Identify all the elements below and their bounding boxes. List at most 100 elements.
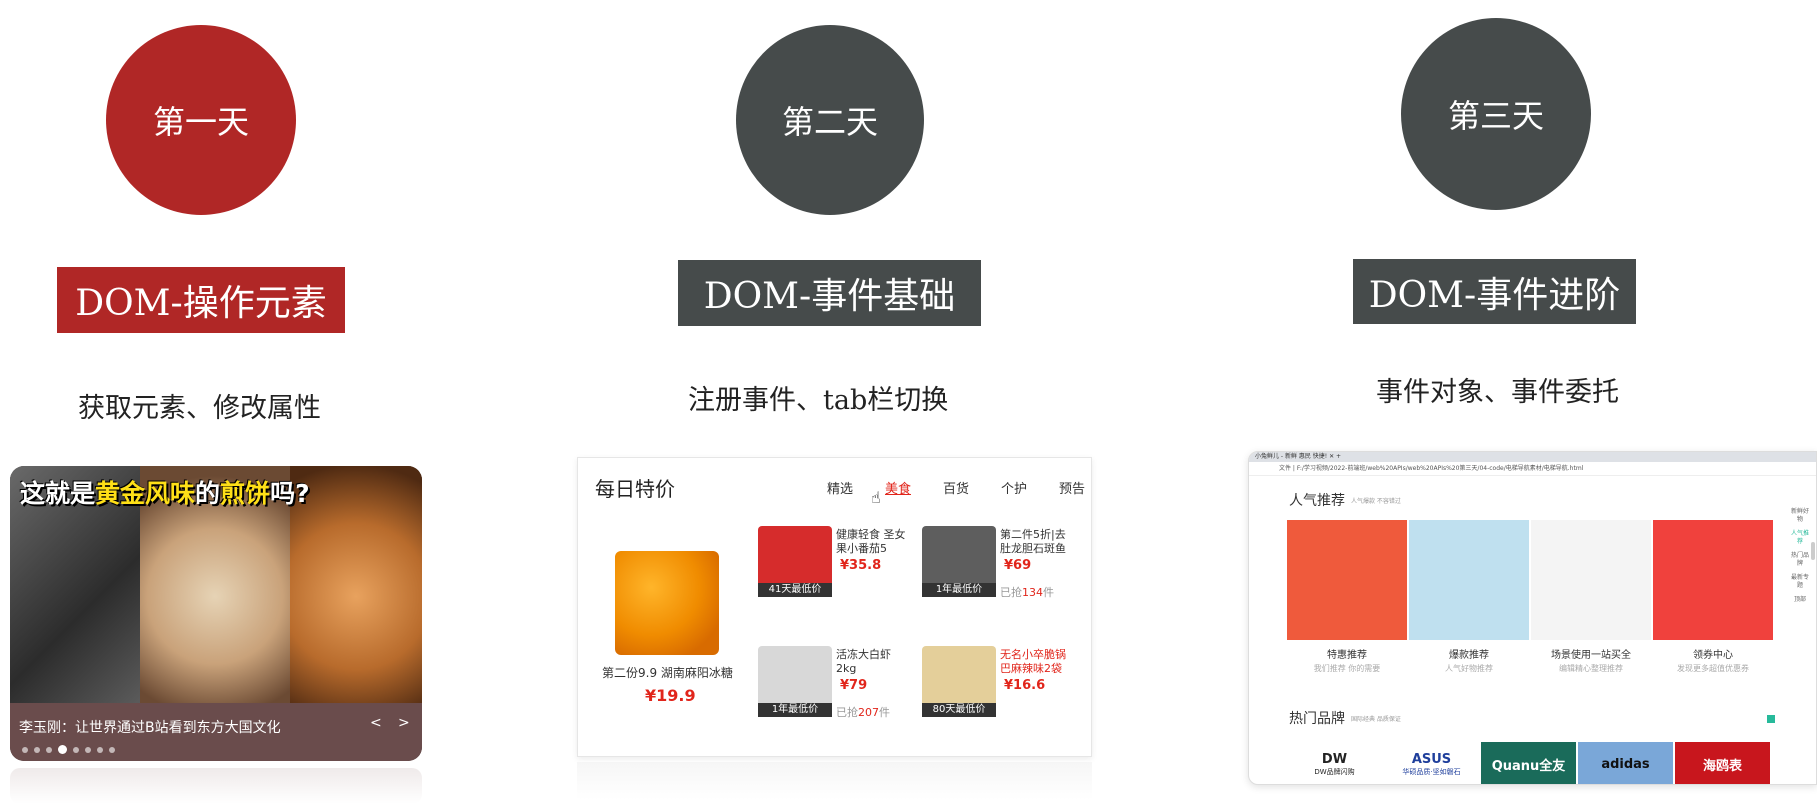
browser-tab-title: 小兔鲜儿 - 新鲜 惠民 快捷! [1255,453,1328,460]
elevator-nav-item[interactable]: 顶部 [1789,596,1811,604]
brand-nav-icon[interactable] [1767,715,1775,723]
brands-section-title: 热门品牌 [1289,711,1345,727]
brand-name: ASUS [1411,751,1452,767]
deal-item-image[interactable] [758,646,832,710]
slide: 第一天 第二天 第三天 DOM-操作元素 DOM-事件基础 DOM-事件进阶 获… [0,0,1817,804]
deals-tab[interactable]: 个护 [985,478,1043,497]
deal-item-image[interactable] [922,646,996,710]
topic-desc-day-three: 事件对象、事件委托 [1376,377,1619,408]
brands-section-subtitle: 国际经典 品质保证 [1351,716,1401,723]
brand-tile[interactable]: adidas [1578,742,1673,784]
carousel-card: 这就是黄金风味的煎饼吗? 李玉刚：让世界通过B站看到东方大国文化 < > [10,466,422,761]
carousel-dot[interactable] [34,746,40,753]
brand-name: 海鸥表 [1702,758,1742,774]
popular-tile-label[interactable]: 爆款推荐 [1409,646,1529,661]
carousel-dots [22,745,115,754]
carousel-dot[interactable] [46,746,52,753]
deal-item[interactable]: 1年最低价 活冻大白虾2kg ¥79 已抢207件 [758,646,918,736]
popular-tile-desc: 编辑精心整理推荐 [1559,664,1623,673]
elevator-nav-item[interactable]: 新鲜好物 [1789,508,1811,524]
scrollbar[interactable] [1811,542,1815,560]
popular-tile-image[interactable] [1287,520,1407,640]
browser-tab[interactable]: 小兔鲜儿 - 新鲜 惠民 快捷! ✕ + [1249,452,1816,462]
daily-deals-card: 每日特价 精选 美食 百货 个护 预告 ☝ 第二份9.9 湖南麻阳冰糖 ¥19.9 41… [577,457,1092,757]
feature-product-image[interactable] [615,551,719,655]
brand-name: adidas [1601,756,1650,772]
deal-item[interactable]: 80天最低价 无名小卒脆锅巴麻辣味2袋 ¥16.6 [922,646,1082,736]
deals-tab[interactable]: 预告 [1043,478,1101,497]
deals-tab[interactable]: 精选 [811,478,869,497]
day-two-label: 第二天 [781,103,878,141]
popular-tile-label[interactable]: 特惠推荐 [1287,646,1407,661]
deal-item-price: ¥35.8 [840,558,882,573]
brand-tile[interactable]: DW DW品牌闪购 [1287,742,1382,784]
deal-item-badge: 1年最低价 [922,583,996,597]
deal-item-price: ¥79 [840,678,868,693]
carousel-dot[interactable] [109,746,115,753]
elevator-nav-item[interactable]: 人气推荐 [1789,530,1811,546]
topic-desc-day-two: 注册事件、tab栏切换 [688,385,949,416]
popular-section-title: 人气推荐 [1289,493,1345,509]
carousel-dot[interactable] [22,746,28,753]
popular-tile-image[interactable] [1531,520,1651,640]
hand-cursor-icon: ☝ [871,488,881,507]
deal-item-badge: 80天最低价 [922,703,996,717]
elevator-nav-item[interactable]: 热门品牌 [1789,552,1811,568]
deal-item-name[interactable]: 无名小卒脆锅巴麻辣味2袋 [1000,648,1070,676]
popular-tile-label[interactable]: 领券中心 [1653,646,1773,661]
deal-item[interactable]: 41天最低价 健康轻食 圣女果小番茄5 ¥35.8 [758,526,918,616]
deals-tabs: 精选 美食 百货 个护 预告 [811,478,1101,497]
carousel-dot[interactable] [58,745,67,754]
deal-item[interactable]: 1年最低价 第二件5折|去肚龙胆石斑鱼 ¥69 已抢134件 [922,526,1082,616]
deals-title: 每日特价 [595,477,675,501]
browser-screenshot: 小兔鲜儿 - 新鲜 惠民 快捷! ✕ + 文件 | F:/学习视频/2022-前… [1248,451,1817,785]
carousel-dot[interactable] [85,746,91,753]
brand-name: Quanu全友 [1491,758,1566,774]
topic-banner-day-two: DOM-事件基础 [678,260,981,326]
deals-reflection [577,762,1092,800]
carousel-caption-bar: 李玉刚：让世界通过B站看到东方大国文化 < > [10,703,422,761]
deal-item-sold: 已抢207件 [836,706,890,719]
popular-tile-desc: 发现更多超值优惠券 [1677,664,1749,673]
popular-tile-label[interactable]: 场景使用一站买全 [1531,646,1651,661]
popular-tile-image[interactable] [1409,520,1529,640]
popular-tile-desc: 人气好物推荐 [1445,664,1493,673]
brand-tile[interactable]: ASUS 华硕品质·坚如磐石 [1384,742,1479,784]
deal-item-name[interactable]: 活冻大白虾2kg [836,648,906,676]
topic-desc-day-one: 获取元素、修改属性 [78,393,321,424]
day-three-label: 第三天 [1447,97,1544,135]
topic-text: DOM-操作元素 [75,283,327,324]
topic-banner-day-one: DOM-操作元素 [57,267,345,333]
carousel-headline: 这就是黄金风味的煎饼吗? [20,479,310,508]
deal-item-name[interactable]: 第二件5折|去肚龙胆石斑鱼 [1000,528,1070,556]
brand-tile[interactable]: Quanu全友 [1481,742,1576,784]
carousel-caption[interactable]: 李玉刚：让世界通过B站看到东方大国文化 [19,717,281,737]
deals-tab[interactable]: 百货 [927,478,985,497]
day-two-circle: 第二天 [736,25,924,215]
elevator-nav-item[interactable]: 最新专题 [1789,574,1811,590]
day-three-circle: 第三天 [1401,18,1591,210]
deal-item-price: ¥69 [1004,558,1032,573]
feature-product-name[interactable]: 第二份9.9 湖南麻阳冰糖 [602,664,733,681]
carousel-next-button[interactable]: > [398,715,410,731]
carousel-dot[interactable] [97,746,103,753]
feature-product-price: ¥19.9 [645,686,696,705]
deal-item-image[interactable] [922,526,996,590]
brand-subtitle: DW品牌闪购 [1314,767,1355,776]
deal-item-price: ¥16.6 [1004,678,1046,693]
browser-address-bar[interactable]: 文件 | F:/学习视频/2022-前端班/web%20APIs/web%20A… [1249,462,1816,476]
deal-item-sold: 已抢134件 [1000,586,1054,599]
brand-subtitle: 华硕品质·坚如磐石 [1402,767,1461,776]
deal-item-name[interactable]: 健康轻食 圣女果小番茄5 [836,528,906,556]
brand-tile[interactable]: 海鸥表 [1675,742,1770,784]
deal-item-image[interactable] [758,526,832,590]
day-one-circle: 第一天 [106,25,296,215]
popular-tile-image[interactable] [1653,520,1773,640]
deal-item-badge: 41天最低价 [758,583,832,597]
carousel-prev-button[interactable]: < [370,715,382,731]
topic-text: DOM-事件进阶 [1368,274,1621,316]
browser-url: 文件 | F:/学习视频/2022-前端班/web%20APIs/web%20A… [1279,465,1584,472]
day-one-label: 第一天 [152,103,249,141]
carousel-dot[interactable] [73,746,79,753]
deal-item-badge: 1年最低价 [758,703,832,717]
